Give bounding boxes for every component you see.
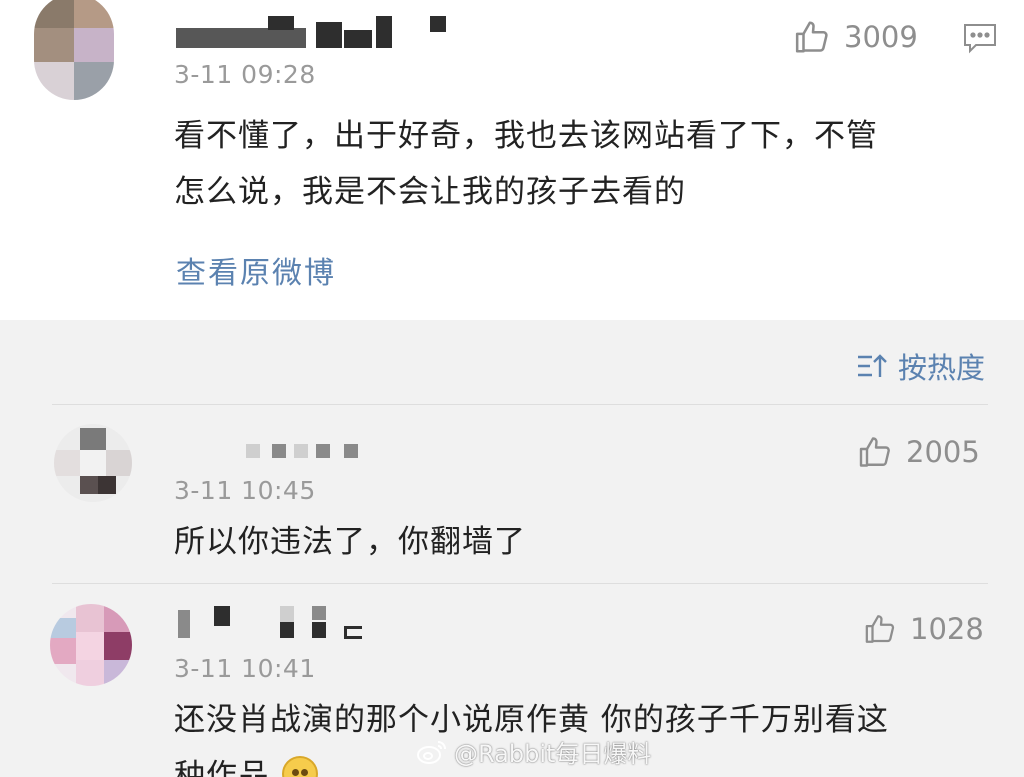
weibo-logo-icon xyxy=(417,740,446,764)
like-count: 1028 xyxy=(910,612,984,646)
like-button[interactable]: 3009 xyxy=(794,18,918,56)
like-count: 2005 xyxy=(906,435,980,469)
view-original-link[interactable]: 查看原微博 xyxy=(176,248,336,292)
thumbs-up-icon xyxy=(859,437,890,467)
like-count: 3009 xyxy=(844,20,918,54)
sort-by-hot-button[interactable]: 按热度 xyxy=(856,345,985,387)
comment-time: 3-11 09:28 xyxy=(174,60,316,89)
avatar[interactable] xyxy=(34,0,114,100)
divider xyxy=(52,404,988,405)
avatar[interactable] xyxy=(50,604,132,686)
watermark: @Rabbit每日爆料 xyxy=(416,734,651,769)
comment-text: 看不懂了，出于好奇，我也去该网站看了下，不管 怎么说，我是不会让我的孩子去看的 xyxy=(174,118,878,210)
comment-time: 3-11 10:41 xyxy=(174,654,316,683)
sort-icon xyxy=(858,354,887,377)
comment-icon[interactable] xyxy=(962,22,998,54)
avatar[interactable] xyxy=(54,424,132,502)
thumbs-up-icon xyxy=(865,615,895,643)
sort-label: 按热度 xyxy=(898,351,986,385)
top-comment-card: 3-11 09:28 3009 看不懂了，出于好奇，我也去该网站看了下，不管 怎… xyxy=(0,0,1024,320)
like-button[interactable]: 2005 xyxy=(858,434,980,470)
divider xyxy=(52,583,988,584)
thumbs-up-icon xyxy=(795,21,828,53)
like-button[interactable]: 1028 xyxy=(864,612,984,646)
comment-time: 3-11 10:45 xyxy=(174,476,316,505)
comment-text: 所以你违法了，你翻墙了 xyxy=(174,524,526,560)
watermark-text: @Rabbit每日爆料 xyxy=(454,740,652,768)
